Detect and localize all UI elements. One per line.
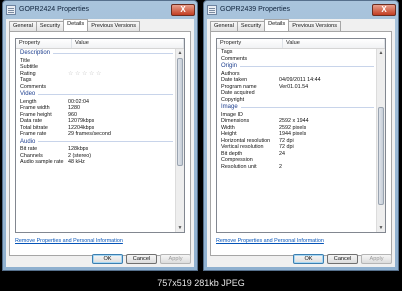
star-icon[interactable]: ☆ xyxy=(68,71,74,77)
section-header: Image xyxy=(217,103,376,112)
list-header: Property Value xyxy=(16,39,184,49)
value-column-header[interactable]: Value xyxy=(283,39,385,48)
cancel-button[interactable]: Cancel xyxy=(327,254,358,264)
title-bar[interactable]: GOPR2424 Properties X xyxy=(3,1,197,18)
property-list[interactable]: Property Value Tags Comments Origin Authors… xyxy=(216,38,386,233)
section-header: Description xyxy=(16,49,175,58)
star-icon[interactable]: ☆ xyxy=(75,71,81,77)
list-header: Property Value xyxy=(217,39,385,49)
property-rows: Description Title Subtitle Rating ☆ ☆ ☆ ☆ ☆ Tags C… xyxy=(16,49,175,232)
scroll-down-arrow-icon[interactable]: ▼ xyxy=(176,224,184,232)
details-panel: Property Value Tags Comments Origin Authors… xyxy=(210,31,392,256)
details-panel: Property Value Description Title Subtitle R… xyxy=(9,31,191,256)
window-title: GOPR2439 Properties xyxy=(220,6,291,13)
property-value: 24 xyxy=(279,150,285,157)
vertical-scrollbar[interactable]: ▲ ▼ xyxy=(376,49,385,232)
apply-button[interactable]: Apply xyxy=(361,254,392,264)
value-column-header[interactable]: Value xyxy=(72,39,184,48)
tab-strip: General Security Details Previous Versio… xyxy=(6,19,194,31)
apply-button[interactable]: Apply xyxy=(160,254,191,264)
tab-general[interactable]: General xyxy=(9,21,37,31)
property-name: Frame rate xyxy=(20,131,47,137)
tab-security[interactable]: Security xyxy=(236,21,266,31)
property-rows: Tags Comments Origin Authors Date taken 04/09… xyxy=(217,49,376,232)
property-column-header[interactable]: Property xyxy=(217,39,283,48)
document-icon xyxy=(207,4,217,15)
remove-properties-link[interactable]: Remove Properties and Personal Informati… xyxy=(216,238,324,244)
scroll-up-arrow-icon[interactable]: ▲ xyxy=(377,49,385,57)
property-name: Comments xyxy=(20,83,47,90)
property-value: Ver01.01.54 xyxy=(279,83,309,90)
ok-button[interactable]: OK xyxy=(293,254,324,264)
scroll-down-arrow-icon[interactable]: ▼ xyxy=(377,224,385,232)
property-column-header[interactable]: Property xyxy=(16,39,72,48)
window-title: GOPR2424 Properties xyxy=(19,6,90,13)
property-value: 2 xyxy=(279,163,282,170)
star-icon[interactable]: ☆ xyxy=(82,71,88,77)
property-row[interactable]: Audio sample rate 48 kHz xyxy=(16,159,175,166)
tab-strip: General Security Details Previous Versio… xyxy=(207,19,395,31)
property-list[interactable]: Property Value Description Title Subtitle R… xyxy=(15,38,185,233)
rating-stars[interactable]: ☆ ☆ ☆ ☆ ☆ xyxy=(68,71,102,78)
document-icon xyxy=(6,4,16,15)
close-button[interactable]: X xyxy=(171,3,195,16)
section-header: Audio xyxy=(16,138,175,147)
tab-details[interactable]: Details xyxy=(63,19,89,31)
property-value: 48 kHz xyxy=(68,159,85,165)
tab-previous-versions[interactable]: Previous Versions xyxy=(87,21,141,31)
property-row[interactable]: Resolution unit 2 xyxy=(217,164,376,171)
property-name: Audio sample rate xyxy=(20,159,64,165)
title-bar[interactable]: GOPR2439 Properties X xyxy=(204,1,398,18)
property-name: Comments xyxy=(221,55,248,62)
star-icon[interactable]: ☆ xyxy=(89,71,95,77)
properties-window-gopr2439: GOPR2439 Properties X General Security D… xyxy=(203,0,399,271)
scroll-thumb[interactable] xyxy=(177,58,183,166)
scroll-up-arrow-icon[interactable]: ▲ xyxy=(176,49,184,57)
image-caption: 757x519 281kb JPEG xyxy=(157,278,245,288)
properties-window-gopr2424: GOPR2424 Properties X General Security D… xyxy=(2,0,198,271)
tab-security[interactable]: Security xyxy=(35,21,65,31)
tab-previous-versions[interactable]: Previous Versions xyxy=(288,21,342,31)
section-header: Origin xyxy=(217,62,376,71)
star-icon[interactable]: ☆ xyxy=(96,71,102,77)
property-value: 29 frames/second xyxy=(68,131,111,137)
property-name: Copyright xyxy=(221,96,245,103)
tab-general[interactable]: General xyxy=(210,21,238,31)
section-header: Video xyxy=(16,90,175,99)
tab-details[interactable]: Details xyxy=(264,19,290,31)
scroll-thumb[interactable] xyxy=(378,107,384,205)
cancel-button[interactable]: Cancel xyxy=(126,254,157,264)
ok-button[interactable]: OK xyxy=(92,254,123,264)
remove-properties-link[interactable]: Remove Properties and Personal Informati… xyxy=(15,238,123,244)
property-name: Resolution unit xyxy=(221,163,257,170)
vertical-scrollbar[interactable]: ▲ ▼ xyxy=(175,49,184,232)
close-button[interactable]: X xyxy=(372,3,396,16)
